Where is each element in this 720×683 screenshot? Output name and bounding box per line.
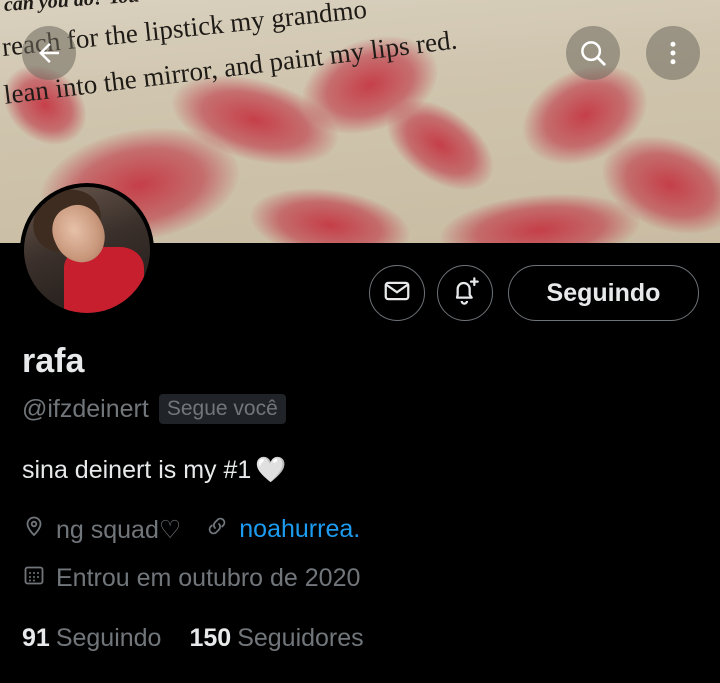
profile-handle: @ifzdeinert: [22, 394, 149, 423]
location-text: ng squad♡: [56, 515, 182, 544]
following-button[interactable]: Seguindo: [508, 265, 699, 321]
location-item: ng squad♡: [22, 514, 181, 545]
location-pin-icon: [22, 514, 46, 545]
profile-meta-row: ng squad♡ noahurrea.: [22, 514, 360, 545]
following-label: Seguindo: [55, 624, 162, 652]
bio-text: sina deinert is my #1: [22, 456, 252, 484]
banner-text-line-1: can you do? You: [3, 0, 141, 16]
following-count: 91: [22, 624, 50, 652]
notifications-button[interactable]: [437, 265, 493, 321]
follows-you-badge: Segue você: [158, 394, 286, 424]
envelope-icon: [382, 276, 412, 311]
handle-row: @ifzdeinert Segue você: [22, 394, 286, 424]
followers-stat[interactable]: 150 Seguidores: [189, 624, 363, 653]
avatar[interactable]: [20, 183, 154, 317]
joined-row: Entrou em outubro de 2020: [22, 563, 360, 594]
following-stat[interactable]: 91 Seguindo: [22, 624, 161, 653]
website-link[interactable]: noahurrea.: [239, 515, 360, 544]
followers-count: 150: [189, 624, 232, 652]
calendar-icon: [22, 563, 46, 594]
back-button[interactable]: [22, 26, 76, 80]
avatar-image: [24, 187, 150, 313]
followers-label: Seguidores: [237, 624, 364, 652]
profile-bio: sina deinert is my #1 🤍: [22, 456, 286, 485]
white-heart-emoji: 🤍: [255, 456, 287, 484]
bell-plus-icon: [449, 275, 481, 312]
search-button[interactable]: [566, 26, 620, 80]
arrow-left-icon: [34, 38, 64, 68]
follow-stats: 91 Seguindo 150 Seguidores: [22, 624, 364, 653]
joined-item: Entrou em outubro de 2020: [22, 563, 360, 594]
more-options-button[interactable]: [646, 26, 700, 80]
joined-text: Entrou em outubro de 2020: [56, 564, 361, 592]
message-button[interactable]: [369, 265, 425, 321]
website-item[interactable]: noahurrea.: [205, 514, 360, 545]
link-icon: [205, 514, 229, 545]
more-vertical-icon: [658, 38, 688, 68]
profile-name: rafa: [22, 342, 85, 380]
search-icon: [578, 38, 608, 68]
